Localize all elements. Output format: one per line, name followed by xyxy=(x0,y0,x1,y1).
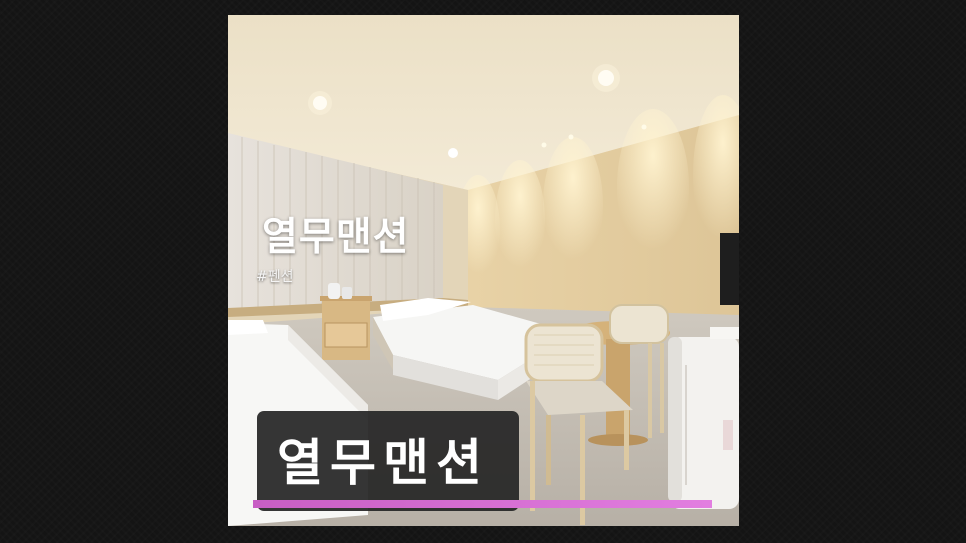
ceiling-light-icon xyxy=(541,142,547,148)
refrigerator-icon xyxy=(668,327,739,509)
tv-icon xyxy=(720,233,739,305)
ceiling-light-icon xyxy=(448,148,458,158)
ceiling-light-icon xyxy=(308,91,332,115)
room-title-overlay: 열무맨션 xyxy=(262,215,410,260)
ceiling-light-icon xyxy=(568,134,574,140)
progress-bar xyxy=(253,500,712,508)
hashtag-label: #펜션 xyxy=(256,269,294,285)
ceiling-light-icon xyxy=(641,124,647,130)
wall-light-glow xyxy=(495,160,545,280)
ceiling-light-icon xyxy=(592,64,620,92)
caption-text: 열무맨션 xyxy=(277,434,489,492)
progress-fill xyxy=(253,500,712,508)
wall-light-glow xyxy=(543,137,603,273)
nightstand-icon xyxy=(320,296,372,360)
wall-light-glow xyxy=(617,109,689,265)
